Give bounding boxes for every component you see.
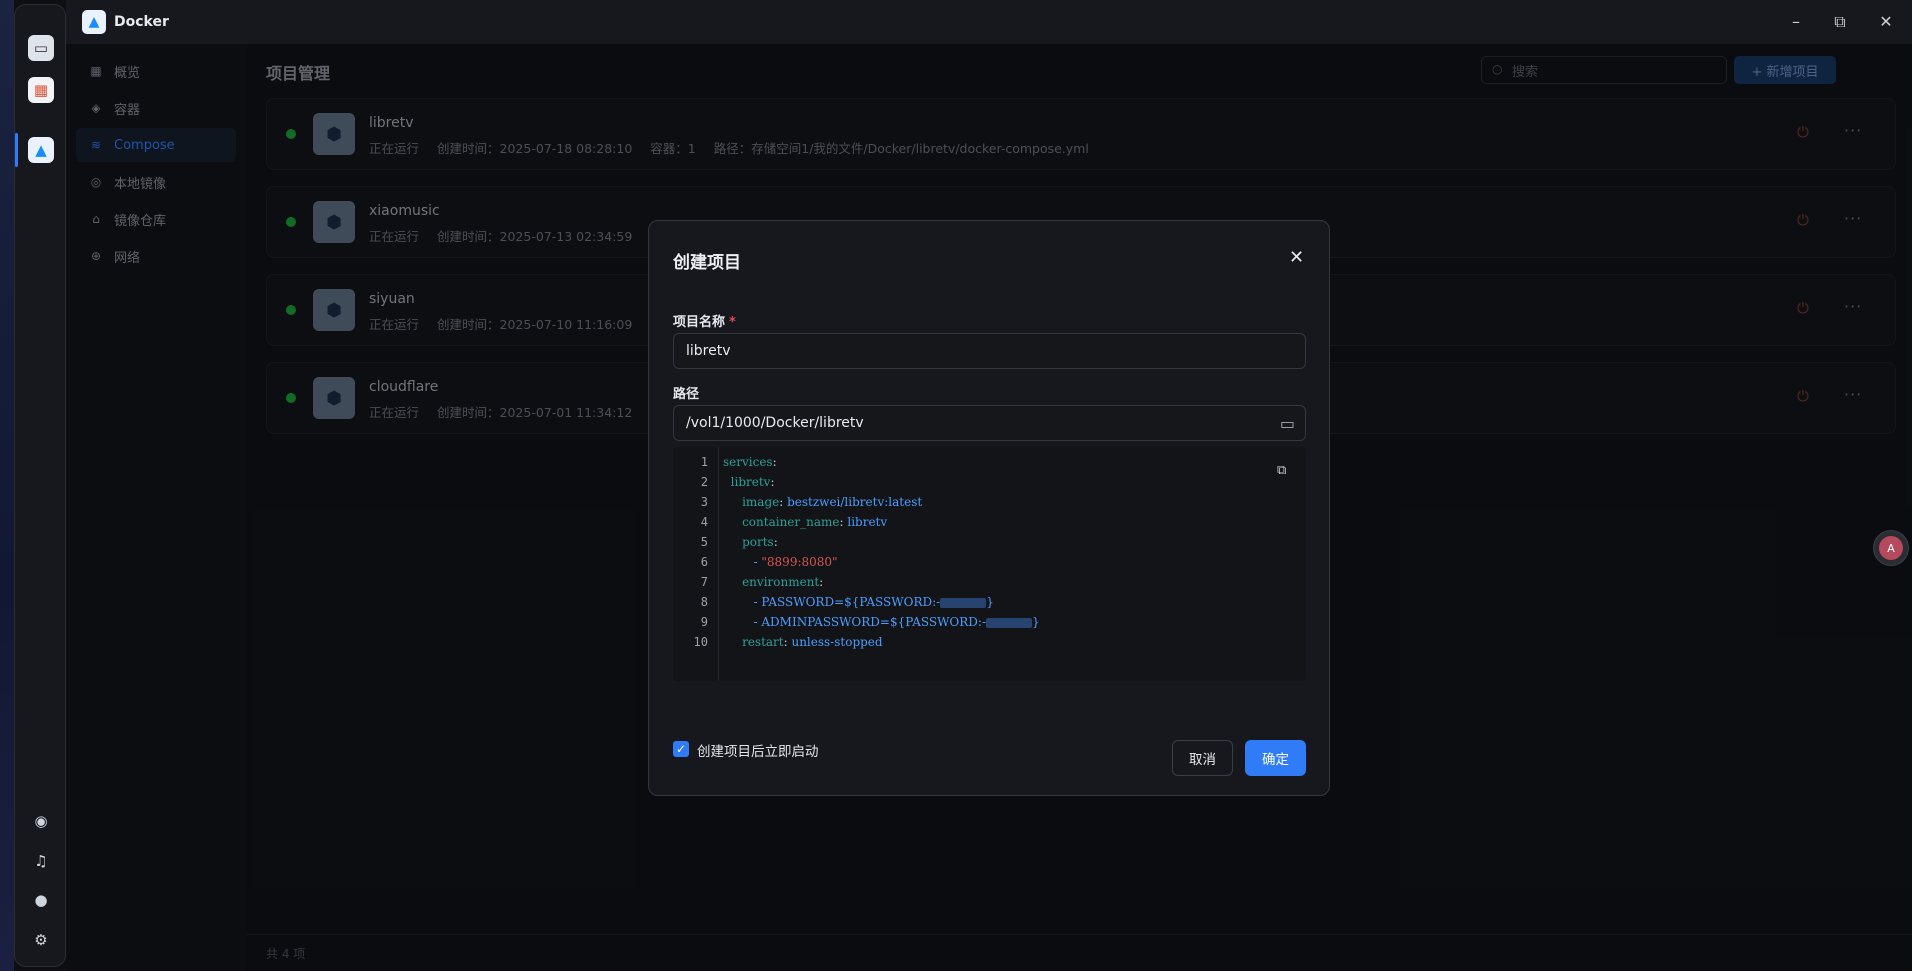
dock-active-indicator [15, 133, 18, 167]
path-input[interactable]: /vol1/1000/Docker/libretv ▭ [673, 405, 1306, 441]
cancel-button[interactable]: 取消 [1172, 740, 1233, 776]
docker-app-icon[interactable]: ▲ [28, 137, 54, 163]
create-project-dialog: 创建项目 ✕ 项目名称 * libretv 路径 /vol1/1000/Docke… [648, 220, 1330, 796]
autostart-label[interactable]: 创建项目后立即启动 [697, 740, 819, 760]
line-number: 9 [700, 615, 708, 629]
code-line: services: [723, 455, 777, 469]
settings-gear-icon[interactable]: ⚙ [28, 927, 54, 953]
project-name-label: 项目名称 * [673, 311, 736, 330]
translate-float-button[interactable]: A [1873, 530, 1909, 566]
compose-code-editor[interactable]: 1 2 3 4 5 6 7 8 9 10 services: libretv: image: be… [673, 447, 1306, 681]
network-status-icon[interactable]: ◉ [28, 808, 54, 834]
line-number: 7 [700, 575, 708, 589]
window-title: Docker [114, 14, 169, 30]
dialog-title: 创建项目 [673, 253, 741, 273]
user-icon[interactable]: ● [28, 887, 54, 913]
path-label: 路径 [673, 387, 700, 402]
notification-bell-icon[interactable]: ♫ [28, 848, 54, 874]
line-number: 3 [700, 495, 708, 509]
translate-icon: A [1879, 536, 1903, 560]
desktop-background [0, 0, 14, 971]
code-line: - "8899:8080" [753, 555, 838, 569]
input-value: /vol1/1000/Docker/libretv [686, 415, 864, 431]
desktop-icon[interactable]: ▭ [28, 35, 54, 61]
confirm-button[interactable]: 确定 [1245, 740, 1306, 776]
line-number: 1 [700, 455, 708, 469]
line-number: 5 [700, 535, 708, 549]
line-number-gutter: 1 2 3 4 5 6 7 8 9 10 [673, 447, 719, 681]
close-icon[interactable]: ✕ [1289, 247, 1304, 268]
line-number: 6 [700, 555, 708, 569]
system-dock: ▭ ▦ ▲ ◉ ♫ ● ⚙ [14, 4, 66, 967]
line-number: 8 [700, 595, 708, 609]
code-line: restart: unless-stopped [742, 635, 883, 649]
docker-logo-icon: ▲ [82, 10, 106, 34]
code-content[interactable]: services: libretv: image: bestzwei/libre… [723, 452, 1040, 652]
masked-value [940, 597, 987, 608]
copy-icon[interactable]: ⧉ [1277, 463, 1286, 478]
label-text: 项目名称 [673, 315, 726, 330]
maximize-button[interactable]: ⧉ [1830, 12, 1850, 32]
app-center-icon[interactable]: ▦ [28, 77, 54, 103]
masked-value [986, 617, 1033, 628]
line-number: 4 [700, 515, 708, 529]
required-mark: * [729, 315, 736, 330]
input-value: libretv [686, 343, 731, 359]
code-line: container_name: libretv [742, 515, 888, 529]
code-line: environment: [742, 575, 824, 589]
code-line: - PASSWORD=${PASSWORD:-} [753, 595, 994, 609]
folder-icon[interactable]: ▭ [1280, 414, 1295, 433]
code-line: libretv: [730, 475, 775, 489]
autostart-checkbox[interactable]: ✓ [673, 741, 689, 757]
minimize-button[interactable]: – [1786, 12, 1806, 31]
project-name-input[interactable]: libretv [673, 333, 1306, 369]
title-bar: ▲ Docker – ⧉ ✕ [66, 0, 1912, 44]
code-line: ports: [742, 535, 778, 549]
line-number: 2 [700, 475, 708, 489]
line-number: 10 [693, 635, 708, 649]
close-window-button[interactable]: ✕ [1876, 12, 1896, 31]
code-line: image: bestzwei/libretv:latest [742, 495, 923, 509]
code-line: - ADMINPASSWORD=${PASSWORD:-} [753, 615, 1040, 629]
